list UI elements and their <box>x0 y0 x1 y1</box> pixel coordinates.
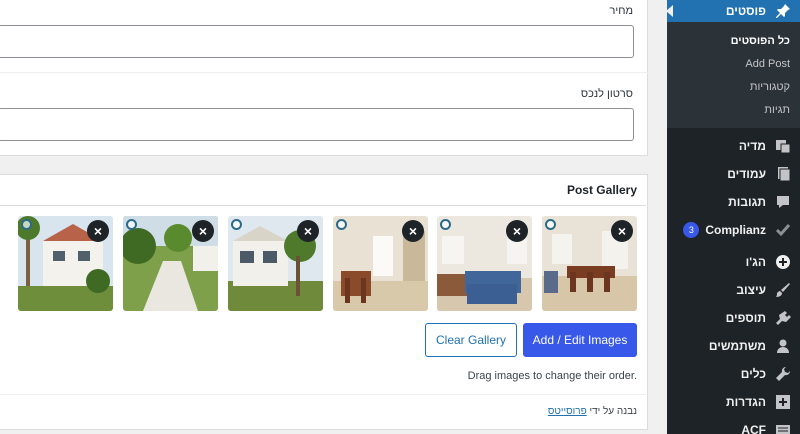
complianz-badge: 3 <box>683 222 700 238</box>
menu-users[interactable]: משתמשים <box>667 332 800 360</box>
menu-media-label: מדיה <box>738 139 766 153</box>
menu-hagio-label: הג'ו <box>745 255 766 269</box>
menu-appearance-label: עיצוב <box>736 283 766 297</box>
menu-settings[interactable]: הגדרות <box>667 388 800 416</box>
gallery-thumbnail[interactable]: × <box>437 216 532 311</box>
gallery-footer-divider <box>0 394 646 395</box>
video-input[interactable] <box>0 108 634 141</box>
menu-pages[interactable]: עמודים <box>667 160 800 188</box>
menu-tools[interactable]: כלים <box>667 360 800 388</box>
gallery-thumbnail[interactable]: × <box>228 216 323 311</box>
credit-prefix: נבנה על ידי <box>589 406 637 417</box>
menu-complianz[interactable]: Complianz 3 <box>667 216 800 244</box>
submenu-add-post[interactable]: Add Post <box>667 53 800 76</box>
watermark-icon <box>545 219 556 230</box>
gallery-thumbnail[interactable]: × <box>333 216 428 311</box>
remove-image-button[interactable]: × <box>402 220 424 242</box>
media-icon <box>766 138 800 154</box>
users-icon <box>766 338 800 354</box>
submenu-all-posts[interactable]: כל הפוסטים <box>667 30 800 53</box>
menu-media[interactable]: מדיה <box>667 132 800 160</box>
remove-image-button[interactable]: × <box>192 220 214 242</box>
menu-users-label: משתמשים <box>708 339 766 353</box>
tools-icon <box>766 366 800 382</box>
watermark-icon <box>21 219 32 230</box>
credit-line: נבנה על ידי פרוסייטס <box>548 406 637 417</box>
gallery-thumbnail[interactable]: × <box>123 216 218 311</box>
menu-acf-label: ACF <box>741 423 766 434</box>
pages-icon <box>766 166 800 182</box>
menu-pages-label: עמודים <box>727 167 766 181</box>
menu-comments-label: תגובות <box>728 195 766 209</box>
drag-hint: Drag images to change their order. <box>467 370 637 382</box>
menu-appearance[interactable]: עיצוב <box>667 276 800 304</box>
menu-comments[interactable]: תגובות <box>667 188 800 216</box>
price-input[interactable] <box>0 25 634 58</box>
add-edit-images-button[interactable]: Add / Edit Images <box>523 323 637 357</box>
menu-plugins[interactable]: תוספים <box>667 304 800 332</box>
price-label: מחיר <box>609 5 633 17</box>
menu-posts-label: פוסטים <box>725 4 766 18</box>
watermark-icon <box>336 219 347 230</box>
field-divider <box>0 72 648 73</box>
plugins-icon <box>766 310 800 326</box>
video-label: סרטון לנכס <box>580 88 633 100</box>
pin-icon <box>766 3 800 19</box>
remove-image-button[interactable]: × <box>506 220 528 242</box>
menu-posts[interactable]: פוסטים <box>666 0 800 22</box>
gallery-title: Post Gallery <box>566 183 637 197</box>
appearance-icon <box>766 282 800 298</box>
watermark-icon <box>126 219 137 230</box>
posts-submenu: כל הפוסטים Add Post קטגוריות תגיות <box>667 22 800 128</box>
plus-circle-icon <box>766 254 800 270</box>
post-gallery-box: Post Gallery × × × × × × Clear Gallery A… <box>0 174 648 430</box>
remove-image-button[interactable]: × <box>611 220 633 242</box>
menu-complianz-label: Complianz <box>705 223 766 237</box>
submenu-tags[interactable]: תגיות <box>667 99 800 122</box>
settings-icon <box>766 394 800 410</box>
watermark-icon <box>440 219 451 230</box>
admin-sidebar: פוסטים כל הפוסטים Add Post קטגוריות תגיו… <box>666 0 800 434</box>
submenu-categories[interactable]: קטגוריות <box>667 76 800 99</box>
gallery-thumbnail[interactable]: × <box>542 216 637 311</box>
remove-image-button[interactable]: × <box>297 220 319 242</box>
acf-icon <box>766 422 800 434</box>
credit-link[interactable]: פרוסייטס <box>548 406 587 417</box>
menu-hagio[interactable]: הג'ו <box>667 248 800 276</box>
remove-image-button[interactable]: × <box>87 220 109 242</box>
gallery-header-divider <box>0 205 646 206</box>
menu-settings-label: הגדרות <box>726 395 766 409</box>
watermark-icon <box>231 219 242 230</box>
comments-icon <box>766 194 800 210</box>
menu-acf[interactable]: ACF <box>667 416 800 434</box>
clear-gallery-button[interactable]: Clear Gallery <box>425 323 517 357</box>
property-fields-box: מחיר סרטון לנכס <box>0 0 648 156</box>
gallery-thumbnail[interactable]: × <box>18 216 113 311</box>
menu-tools-label: כלים <box>740 367 766 381</box>
complianz-check-icon <box>766 222 800 238</box>
menu-plugins-label: תוספים <box>725 311 766 325</box>
